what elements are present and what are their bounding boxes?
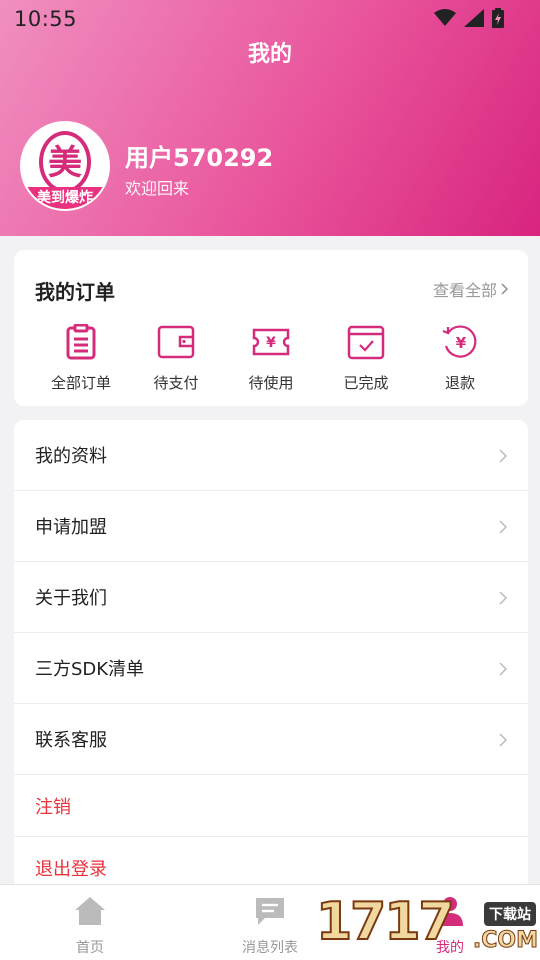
avatar[interactable]: 美 美到爆炸 [20,121,110,211]
nav-home[interactable]: 首页 [30,895,150,957]
view-all-label: 查看全部 [432,281,497,300]
order-all-label: 全部订单 [50,374,111,392]
logout-button[interactable]: 退出登录 [14,837,528,890]
page-title: 我的 [247,42,292,67]
status-bar: 10:55 [0,0,540,38]
orders-card: 我的订单 查看全部 全部订单 待支付 ¥ 待使用 已完成 ¥ 退款 [14,250,528,406]
order-pending-payment-label: 待支付 [153,374,199,392]
user-name: 用户570292 [125,144,274,172]
menu-item-label: 三方SDK清单 [35,659,145,680]
order-to-use-label: 待使用 [248,374,294,392]
order-refund-label: 退款 [444,374,475,392]
status-icons [434,8,504,28]
watermark-logo: 1717 下载站 .COM [315,890,540,960]
chevron-right-icon [499,520,508,534]
signal-icon [464,9,484,27]
chevron-right-icon [499,591,508,605]
watermark-text: 1717 [315,891,456,953]
watermark-badge: 下载站 [484,902,536,926]
menu-item-label: 关于我们 [35,588,107,609]
clipboard-icon [66,323,96,360]
battery-icon [492,8,504,28]
menu-list: 我的资料 申请加盟 关于我们 三方SDK清单 联系客服 注销 退出登录 [14,420,528,890]
menu-item-franchise[interactable]: 申请加盟 [14,491,528,562]
orders-title: 我的订单 [35,280,115,304]
chevron-right-icon [499,449,508,463]
chevron-right-icon [499,733,508,747]
order-pending-payment-button[interactable]: 待支付 [131,324,221,393]
menu-item-sdk-list[interactable]: 三方SDK清单 [14,633,528,704]
avatar-logo-text: 美 [48,143,82,183]
menu-item-label: 我的资料 [35,446,107,467]
nav-messages-label: 消息列表 [242,940,298,956]
chevron-right-icon [499,662,508,676]
logout-label: 退出登录 [35,859,107,880]
message-icon [256,898,284,925]
chevron-right-icon [501,283,508,295]
home-icon [75,897,105,925]
wifi-icon [434,9,456,26]
wallet-icon [157,325,195,359]
refund-yen-icon: ¥ [442,325,477,358]
status-time: 10:55 [14,7,78,31]
avatar-banner: 美到爆炸 [22,187,108,209]
svg-text:¥: ¥ [456,334,467,352]
ticket-icon: ¥ [252,328,290,356]
watermark-domain: .COM [472,928,538,954]
svg-text:¥: ¥ [266,335,276,351]
menu-item-customer-service[interactable]: 联系客服 [14,704,528,775]
menu-item-label: 申请加盟 [35,517,107,538]
order-completed-label: 已完成 [343,374,389,392]
order-completed-button[interactable]: 已完成 [321,324,411,393]
view-all-orders-link[interactable]: 查看全部 [433,277,508,301]
calendar-check-icon [347,325,385,360]
menu-item-label: 联系客服 [35,730,107,751]
order-all-button[interactable]: 全部订单 [36,323,126,393]
avatar-logo: 美 [39,131,91,193]
nav-messages[interactable]: 消息列表 [210,895,330,957]
nav-home-label: 首页 [76,940,104,956]
order-to-use-button[interactable]: ¥ 待使用 [226,324,316,393]
menu-item-profile[interactable]: 我的资料 [14,420,528,491]
profile-header: 10:55 我的 美 美到爆炸 用户570292 欢迎回来 [0,0,540,236]
menu-item-about[interactable]: 关于我们 [14,562,528,633]
user-subtitle: 欢迎回来 [125,179,190,198]
deactivate-account-label: 注销 [35,797,71,818]
order-refund-button[interactable]: ¥ 退款 [415,324,505,393]
deactivate-account-button[interactable]: 注销 [14,775,528,837]
